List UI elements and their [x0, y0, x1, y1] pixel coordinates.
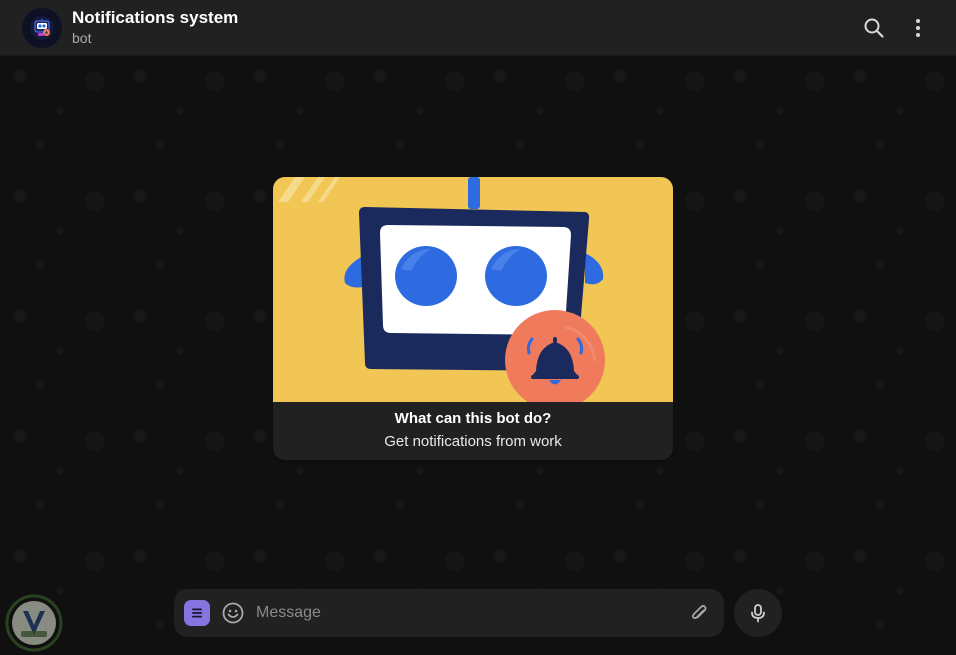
- bot-info-card: What can this bot do? Get notifications …: [273, 177, 673, 460]
- emoji-button[interactable]: [220, 600, 246, 626]
- chat-subtitle: bot: [72, 30, 92, 46]
- voice-message-button[interactable]: [734, 589, 782, 637]
- more-options-button[interactable]: [902, 12, 934, 44]
- robot-icon: [30, 15, 54, 40]
- bot-avatar[interactable]: [22, 7, 62, 48]
- message-input[interactable]: [256, 604, 686, 622]
- header-actions: [858, 12, 934, 44]
- telegram-app: Notifications system bot What can this b…: [0, 0, 956, 655]
- emoji-icon: [222, 602, 244, 624]
- chat-header: Notifications system bot: [0, 0, 956, 56]
- menu-icon: [192, 608, 202, 618]
- search-button[interactable]: [858, 12, 890, 44]
- paperclip-icon: [692, 605, 707, 619]
- chat-title-block[interactable]: Notifications system bot: [72, 8, 238, 47]
- message-composer: [174, 589, 724, 637]
- robot-with-bell-illustration: [273, 177, 673, 402]
- chat-title: Notifications system: [72, 8, 239, 27]
- card-heading: What can this bot do?: [394, 410, 552, 427]
- more-vertical-icon: [916, 18, 920, 37]
- bot-menu-button[interactable]: [184, 600, 210, 626]
- card-description: Get notifications from work: [384, 433, 562, 450]
- attach-button[interactable]: [686, 600, 712, 626]
- watermark-logo: [5, 594, 63, 652]
- microphone-icon: [751, 604, 765, 623]
- search-icon: [864, 18, 884, 38]
